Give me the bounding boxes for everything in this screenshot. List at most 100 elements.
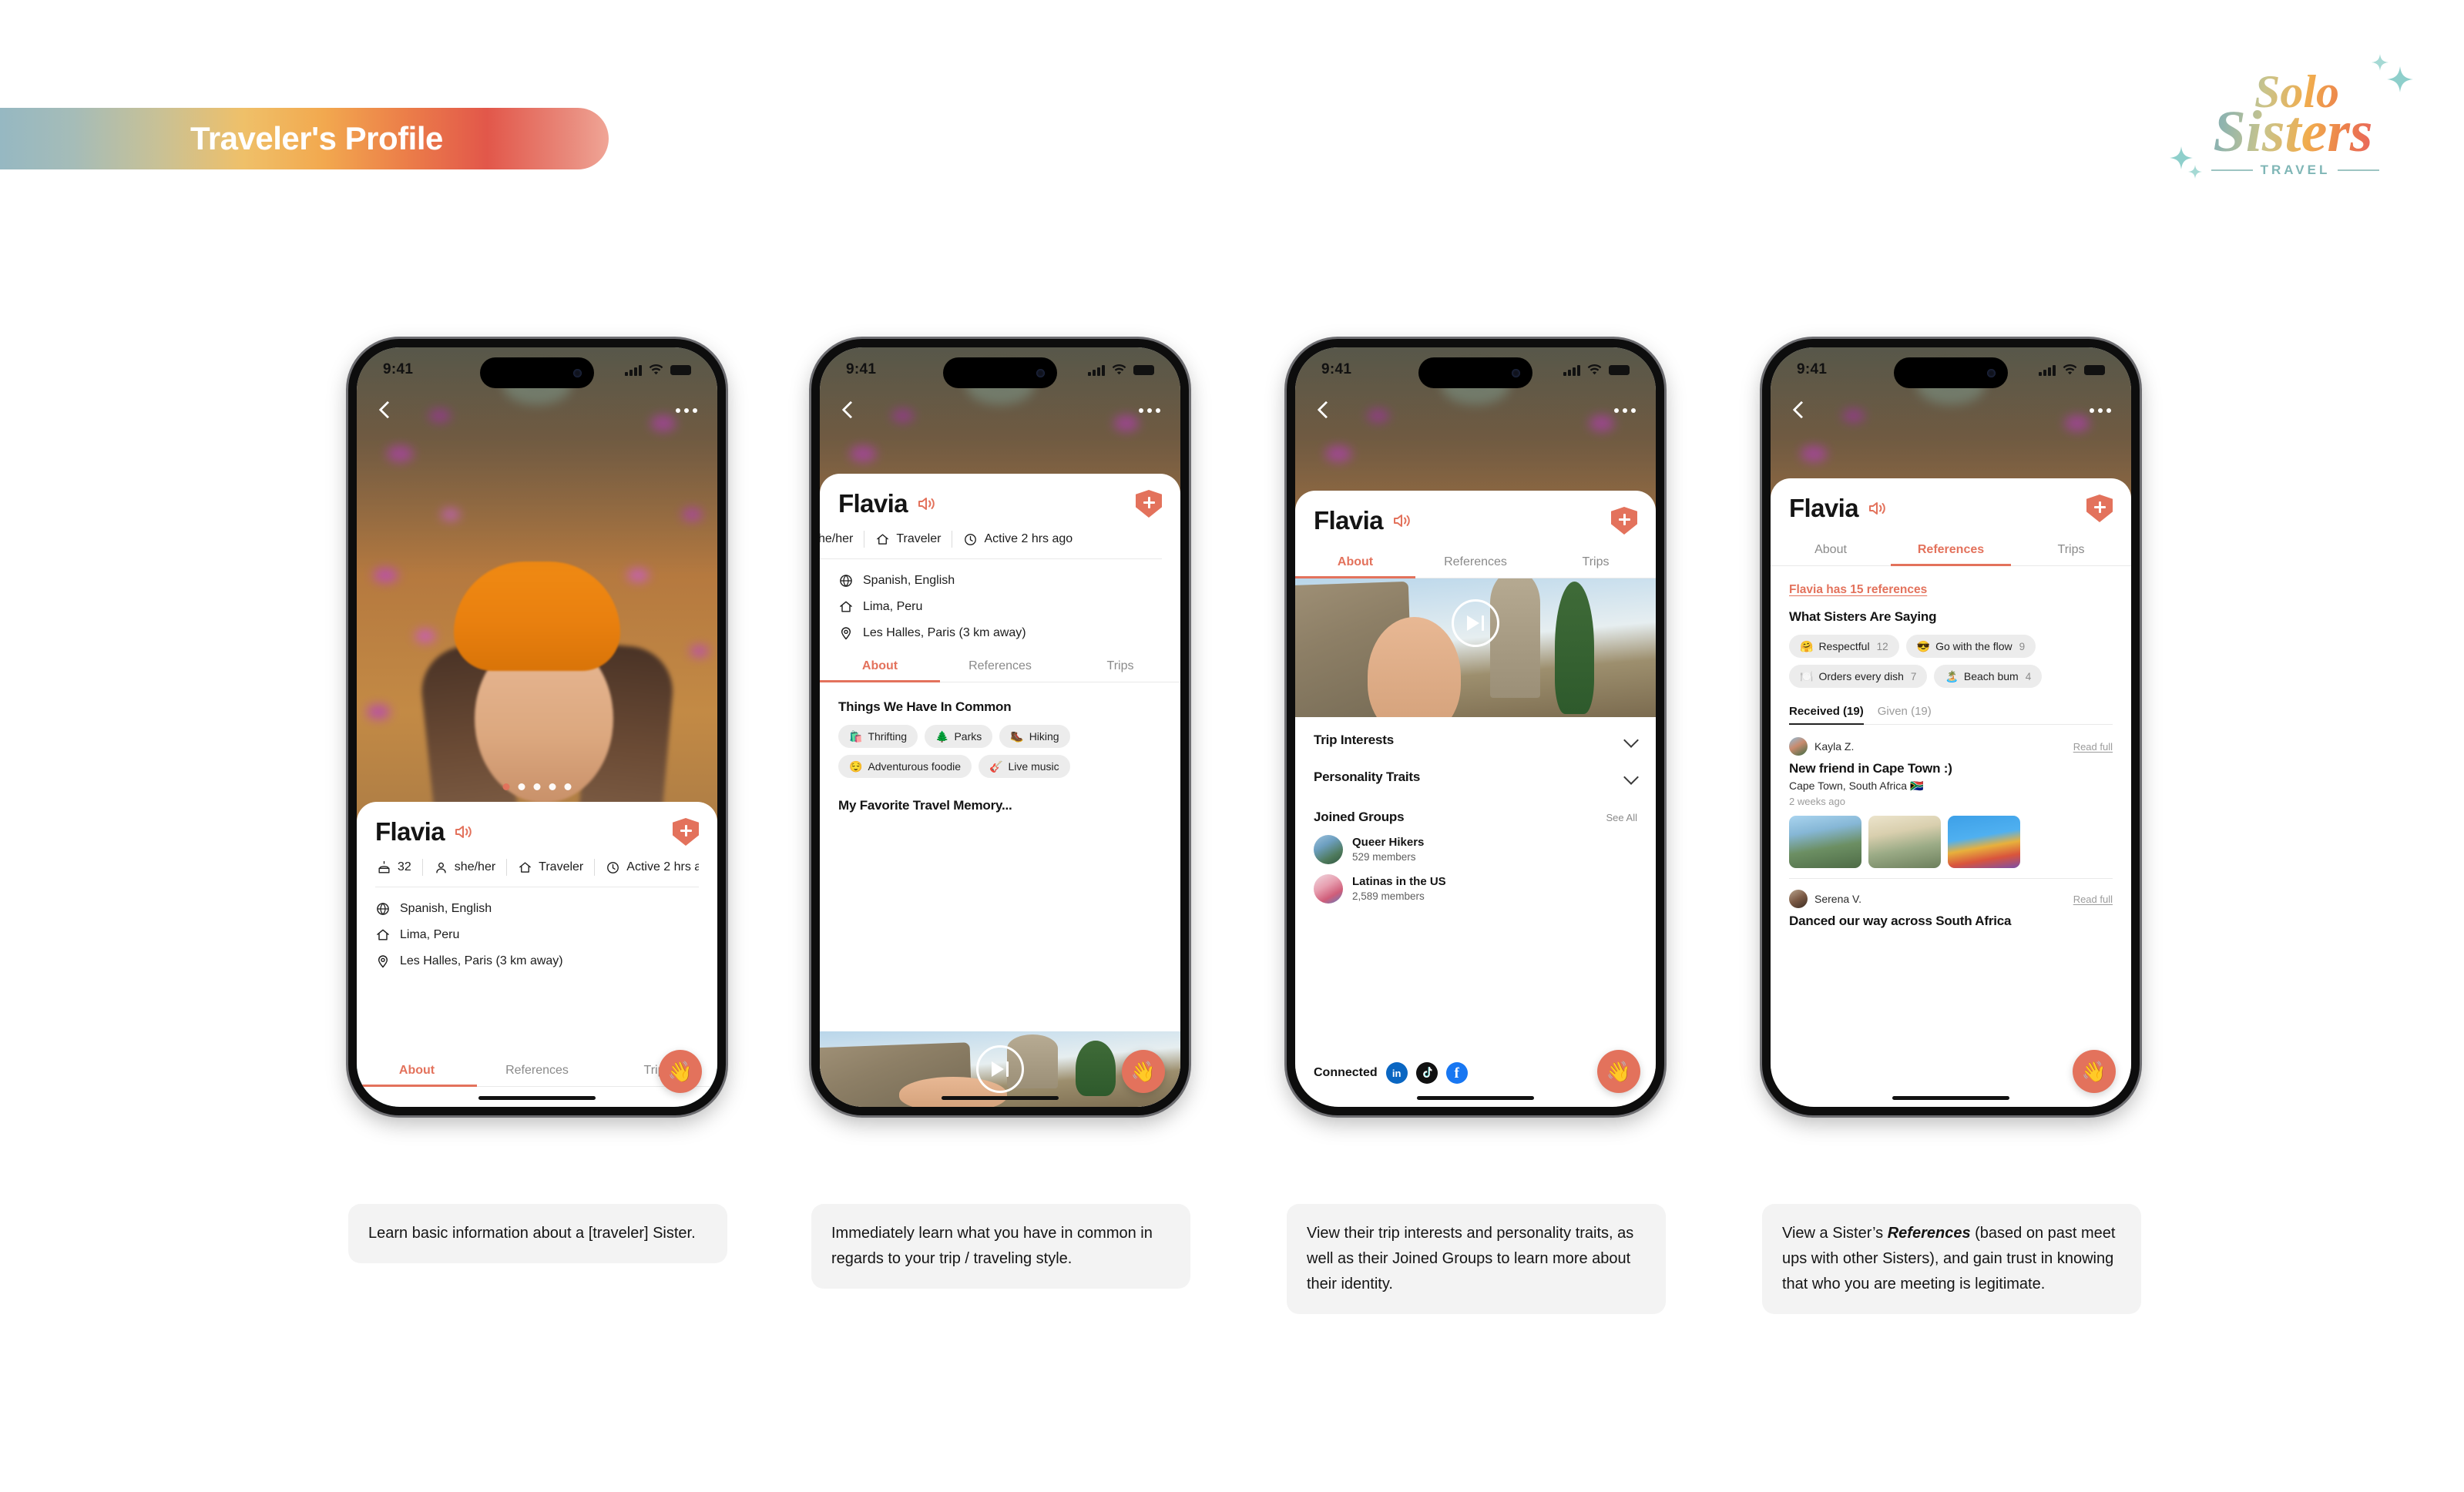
reference-thumbnail[interactable] — [1789, 816, 1861, 868]
read-full-link[interactable]: Read full — [2073, 894, 2113, 905]
wifi-icon — [1112, 364, 1126, 374]
status-time: 9:41 — [1321, 361, 1352, 377]
add-friend-shield-button[interactable] — [673, 818, 699, 846]
reference-thumbnail[interactable] — [1948, 816, 2020, 868]
subtab-received[interactable]: Received (19) — [1789, 705, 1864, 725]
wave-hello-button[interactable]: 👋 — [2073, 1050, 2116, 1093]
hiking-boot-icon: 🥾 — [1010, 730, 1024, 743]
speaker-pronunciation-icon[interactable] — [1868, 500, 1888, 517]
linkedin-icon[interactable]: in — [1385, 1062, 1408, 1084]
divider — [1789, 878, 2113, 879]
more-options-icon[interactable] — [1614, 408, 1636, 413]
top-nav — [1771, 392, 2131, 429]
info-home-value: Lima, Peru — [400, 928, 460, 941]
accordion-personality-traits[interactable]: Personality Traits — [1314, 763, 1637, 800]
reference-title: Danced our way across South Africa — [1789, 914, 2012, 928]
wave-hello-button[interactable]: 👋 — [659, 1050, 702, 1093]
speaker-pronunciation-icon[interactable] — [917, 495, 937, 512]
speaker-pronunciation-icon[interactable] — [1392, 512, 1412, 529]
tab-about[interactable]: About — [1771, 535, 1891, 565]
profile-info-list: Spanish, English Lima, Peru Les Halles, … — [838, 559, 1162, 641]
tiktok-icon[interactable] — [1415, 1062, 1438, 1084]
info-languages: Spanish, English — [375, 901, 699, 917]
wifi-icon — [2063, 364, 2077, 374]
meta-age-value: 32 — [398, 860, 411, 873]
reference-item[interactable]: Serena V. Read full Danced our way acros… — [1789, 890, 2113, 929]
tab-references[interactable]: References — [1891, 535, 2011, 566]
tab-about[interactable]: About — [1295, 548, 1415, 578]
back-icon[interactable] — [377, 402, 394, 419]
joined-groups-label: Joined Groups — [1314, 810, 1405, 824]
personality-traits-label: Personality Traits — [1314, 769, 1421, 784]
reference-count-link[interactable]: Flavia has 15 references — [1789, 583, 1927, 596]
chip-label: Orders every dish — [1818, 670, 1904, 682]
chip-adventurous-foodie[interactable]: 😌 Adventurous foodie — [838, 755, 972, 778]
chip-label: Adventurous foodie — [868, 760, 962, 773]
speaker-pronunciation-icon[interactable] — [454, 823, 474, 840]
meta-role-value: Traveler — [539, 860, 584, 873]
more-options-icon[interactable] — [676, 408, 697, 413]
add-friend-shield-button[interactable] — [2086, 495, 2113, 522]
caption-4-pre: View a Sister’s — [1782, 1225, 1888, 1242]
chip-count: 7 — [1910, 670, 1917, 682]
travel-memory-title: My Favorite Travel Memory... — [838, 798, 1012, 813]
info-location: Les Halles, Paris (3 km away) — [838, 625, 1162, 641]
accordion-trip-interests[interactable]: Trip Interests — [1314, 717, 1637, 763]
chevron-down-icon — [1625, 771, 1637, 783]
battery-icon — [1609, 364, 1630, 375]
tab-references[interactable]: References — [1415, 548, 1536, 578]
meta-pronouns: she/her — [423, 860, 506, 875]
chip-orders-every-dish[interactable]: 🍽️ Orders every dish 7 — [1789, 665, 1928, 688]
group-item[interactable]: Queer Hikers 529 members — [1314, 835, 1637, 864]
group-item[interactable]: Latinas in the US 2,589 members — [1314, 874, 1637, 904]
chip-parks[interactable]: 🌲 Parks — [925, 725, 993, 748]
wave-hello-button[interactable]: 👋 — [1122, 1050, 1165, 1093]
more-options-icon[interactable] — [2090, 408, 2111, 413]
top-nav — [357, 392, 717, 429]
waving-hand-icon: 👋 — [1606, 1060, 1632, 1083]
dynamic-island — [1418, 357, 1532, 388]
back-icon[interactable] — [1315, 402, 1332, 419]
tab-trips[interactable]: Trips — [1060, 652, 1180, 682]
chip-thrifting[interactable]: 🛍️ Thrifting — [838, 725, 918, 748]
what-sisters-say-title: What Sisters Are Saying — [1789, 609, 1937, 624]
facebook-icon[interactable]: f — [1445, 1062, 1468, 1084]
reference-thumbnail[interactable] — [1868, 816, 1941, 868]
subtab-given[interactable]: Given (19) — [1878, 705, 1932, 724]
meta-pronouns-value: she/her — [820, 532, 854, 545]
wifi-icon — [1587, 364, 1602, 374]
tab-about[interactable]: About — [357, 1056, 477, 1087]
wave-hello-button[interactable]: 👋 — [1597, 1050, 1640, 1093]
chip-label: Hiking — [1029, 730, 1059, 743]
play-button[interactable] — [976, 1045, 1024, 1093]
home-indicator — [478, 1095, 596, 1100]
more-options-icon[interactable] — [1139, 408, 1160, 413]
profile-video[interactable] — [1295, 578, 1656, 717]
read-full-link[interactable]: Read full — [2073, 741, 2113, 753]
profile-card: Flavia About Refere — [1295, 491, 1656, 1107]
chip-live-music[interactable]: 🎸 Live music — [979, 755, 1070, 778]
tab-references[interactable]: References — [477, 1056, 597, 1086]
person-icon — [436, 862, 446, 873]
back-icon[interactable] — [1791, 402, 1808, 419]
home-icon — [877, 533, 889, 545]
sunglasses-face-icon: 😎 — [1916, 640, 1931, 652]
profile-name-row: Flavia — [1314, 491, 1637, 535]
chip-go-with-the-flow[interactable]: 😎 Go with the flow 9 — [1905, 635, 2036, 658]
play-button[interactable] — [1452, 598, 1499, 647]
tab-about[interactable]: About — [820, 652, 940, 682]
tab-references[interactable]: References — [940, 652, 1060, 682]
see-all-link[interactable]: See All — [1606, 812, 1637, 823]
reference-item[interactable]: Kayla Z. Read full New friend in Cape To… — [1789, 737, 2113, 879]
chip-respectful[interactable]: 🤗 Respectful 12 — [1789, 635, 1899, 658]
photo-carousel-dots[interactable] — [502, 783, 572, 790]
back-icon[interactable] — [840, 402, 857, 419]
dynamic-island — [480, 357, 594, 388]
add-friend-shield-button[interactable] — [1136, 490, 1162, 518]
tab-trips[interactable]: Trips — [1536, 548, 1656, 578]
add-friend-shield-button[interactable] — [1611, 507, 1637, 535]
chip-beach-bum[interactable]: 🏝️ Beach bum 4 — [1934, 665, 2043, 688]
phone-screen: 9:41 Flavia — [820, 347, 1180, 1107]
chip-hiking[interactable]: 🥾 Hiking — [999, 725, 1070, 748]
tab-trips[interactable]: Trips — [2011, 535, 2131, 565]
